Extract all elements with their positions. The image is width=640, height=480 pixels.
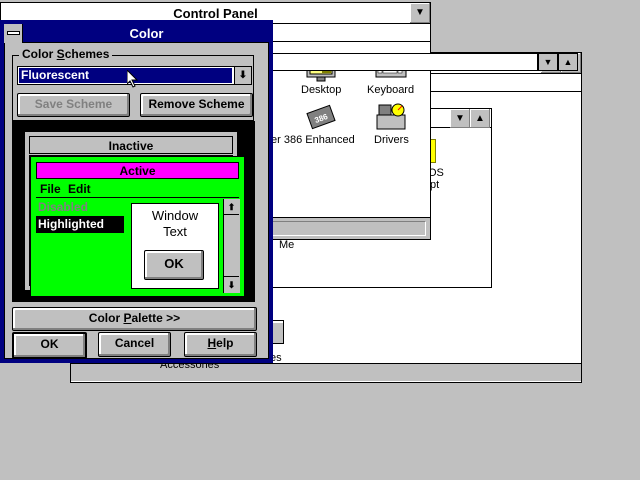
preview-ok-button: OK [144,250,204,280]
save-scheme-button[interactable]: Save Scheme [17,93,130,117]
preview-menubar: File Edit [36,180,239,198]
color-dialog: Color Color Schemes Fluorescent ⬇ Save S… [0,20,273,363]
preview-window-text-line1: Window [151,208,199,223]
cancel-button[interactable]: Cancel [98,332,171,357]
preview-workspace: Disabled Highlighted Window Text OK ⬆ ⬇ [36,199,240,293]
main-header-line [270,53,538,71]
preview-highlighted-text: Highlighted [36,216,124,233]
386-enhanced-icon[interactable]: 386 [305,101,337,133]
drivers-label: Drivers [374,134,409,146]
main-minimize-button[interactable]: ▼ [450,109,470,128]
mouse-cursor-icon [126,68,139,88]
control-panel-title: Control Panel [173,6,258,21]
background-scroll-up[interactable]: ▲ [558,53,578,71]
color-scheme-selected: Fluorescent [19,68,232,83]
preview-active-title: Active [36,162,239,179]
ok-button[interactable]: OK [12,332,87,359]
preview-menu-edit: Edit [68,182,91,196]
preview-active-window: Active File Edit Disabled Highlighted Wi… [30,156,245,297]
horizontal-scrollbar[interactable] [71,363,581,381]
color-palette-button[interactable]: Color Palette >> [12,307,257,331]
keyboard-label: Keyboard [367,84,415,96]
drivers-icon[interactable] [375,101,407,133]
color-dialog-title: Color [129,26,164,41]
readme-label: Me [279,239,295,251]
help-button[interactable]: Help [184,332,257,357]
preview-window-text-box: Window Text OK [131,203,219,289]
background-dropdown-arrow[interactable]: ▼ [538,53,558,71]
color-preview[interactable]: Inactive Active File Edit Disabled Highl… [12,121,255,302]
preview-menu-file: File [40,182,61,196]
scroll-up-icon: ⬆ [224,199,239,215]
color-dialog-titlebar: Color [4,24,269,43]
main-maximize-button[interactable]: ▲ [470,109,490,128]
remove-scheme-button[interactable]: Remove Scheme [140,93,253,117]
preview-inactive-title: Inactive [29,136,233,154]
scroll-down-icon: ⬇ [224,276,239,292]
preview-vertical-scrollbar: ⬆ ⬇ [223,199,240,293]
dropdown-arrow-icon[interactable]: ⬇ [234,67,251,84]
preview-disabled-text: Disabled [38,200,89,214]
control-panel-maximize-button[interactable]: ▼ [410,3,430,23]
desktop-label: Desktop [301,84,342,96]
system-menu-icon[interactable] [4,24,23,43]
dos-prompt-label-2: pt [430,179,440,191]
preview-window-text-line2: Text [163,224,187,239]
386-enhanced-label: er 386 Enhanced [271,134,355,146]
color-schemes-label: Color Schemes [19,47,113,61]
